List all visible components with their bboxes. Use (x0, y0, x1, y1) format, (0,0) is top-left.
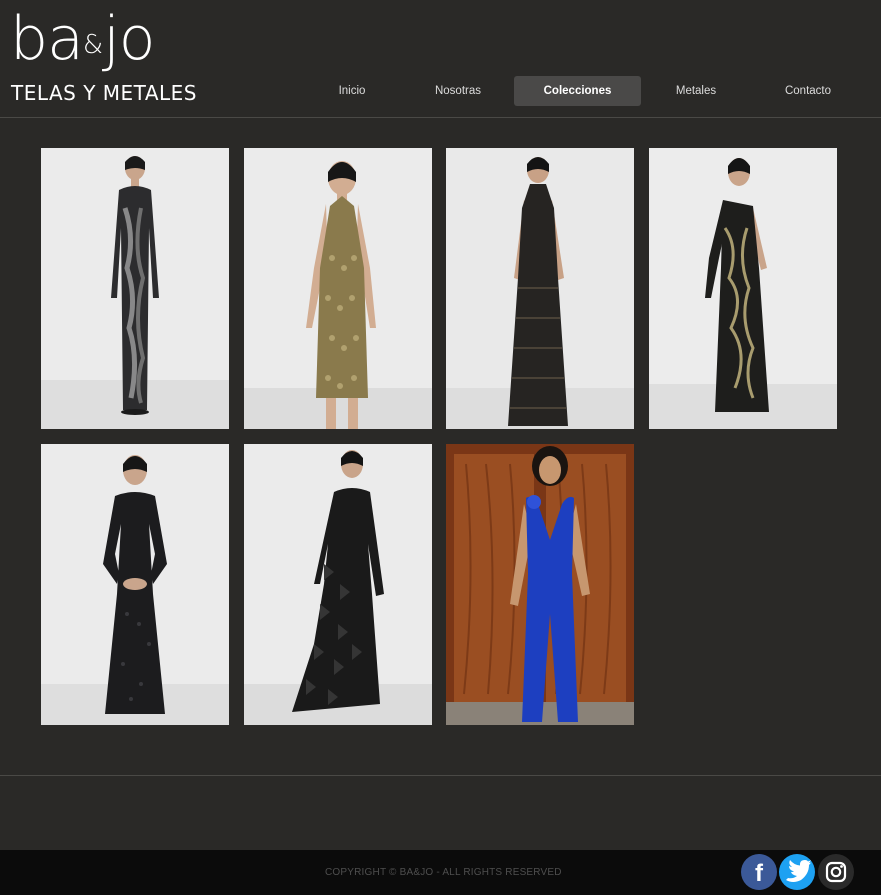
photo-7-image (446, 444, 634, 725)
gallery-photo-1[interactable] (41, 148, 229, 429)
site-footer: COPYRIGHT © BA&JO - ALL RIGHTS RESERVED … (0, 850, 881, 895)
photo-3-image (446, 148, 634, 429)
gallery-photo-5[interactable] (41, 444, 229, 725)
photo-5-image (41, 444, 229, 725)
nav-item-nosotras[interactable]: Nosotras (408, 76, 508, 106)
instagram-icon-graphic (818, 854, 854, 890)
logo-ampersand: & (82, 30, 104, 60)
gallery-photo-4[interactable] (649, 148, 837, 429)
main-nav: Inicio Nosotras Colecciones Metales Cont… (0, 76, 881, 106)
gallery-photo-6[interactable] (244, 444, 432, 725)
copyright-text: COPYRIGHT © BA&JO - ALL RIGHTS RESERVED (325, 867, 562, 878)
photo-1-image (41, 148, 229, 429)
logo-wordmark: ba&jo (10, 4, 156, 80)
instagram-icon[interactable] (818, 854, 854, 890)
facebook-icon-graphic: f (741, 854, 777, 890)
gallery-photo-7[interactable] (446, 444, 634, 725)
twitter-icon-graphic (779, 854, 815, 890)
nav-item-metales[interactable]: Metales (646, 76, 746, 106)
photo-2-image (244, 148, 432, 429)
nav-item-colecciones[interactable]: Colecciones (514, 76, 641, 106)
photo-6-image (244, 444, 432, 725)
gallery-photo-2[interactable] (244, 148, 432, 429)
site-header: ba&jo TELAS Y METALES Inicio Nosotras Co… (0, 0, 881, 118)
gallery-photo-3[interactable] (446, 148, 634, 429)
nav-item-inicio[interactable]: Inicio (302, 76, 402, 106)
photo-4-image (649, 148, 837, 429)
twitter-icon[interactable] (779, 854, 815, 890)
facebook-icon[interactable]: f (741, 854, 777, 890)
logo-word-a: ba (10, 4, 84, 74)
logo-word-b: jo (103, 4, 155, 74)
content-divider (0, 775, 881, 776)
nav-item-contacto[interactable]: Contacto (758, 76, 858, 106)
facebook-glyph: f (755, 860, 764, 887)
